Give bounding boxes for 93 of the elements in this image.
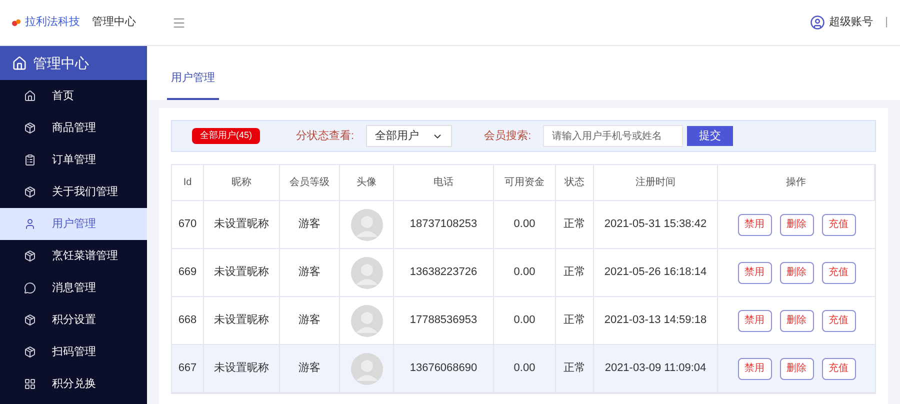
table-cell-text: 669: [178, 265, 197, 280]
table-cell-text: 18737108253: [410, 217, 478, 232]
submit-button[interactable]: 提交: [687, 126, 734, 146]
table-cell-text: 2021-05-26 16:18:14: [604, 265, 707, 280]
table-cell-text: 2021-03-09 11:09:04: [604, 361, 706, 376]
account-name[interactable]: 超级账号: [829, 14, 874, 31]
action-button[interactable]: 充值: [822, 262, 856, 284]
table-row[interactable]: 670 未设置昵称 游客 18737108253 0.00 正常 2021-05-31 15:38:42 禁用 删除 充值: [172, 201, 875, 249]
table-row[interactable]: 667 未设置昵称 游客 13676068690 0.00 正常 2021-03-09 11:09:04 禁用 删除 充值: [172, 345, 875, 393]
avatar-icon: [810, 15, 826, 30]
action-button[interactable]: 删除: [780, 310, 814, 332]
table-cell-text: 17788536953: [410, 313, 478, 328]
table-cell-text: 游客: [298, 312, 320, 328]
action-button[interactable]: 禁用: [738, 214, 772, 236]
sidebar-item[interactable]: 关于我们管理: [0, 176, 147, 208]
table-cell-text: 667: [178, 361, 197, 376]
action-button[interactable]: 删除: [780, 214, 814, 236]
action-button[interactable]: 禁用: [738, 262, 772, 284]
avatar-placeholder: [350, 256, 382, 288]
table-row[interactable]: 668 未设置昵称 游客 17788536953 0.00 正常 2021-03-13 14:59:18 禁用 删除 充值: [172, 297, 875, 345]
column-header: Id: [172, 165, 204, 200]
menu-icon[interactable]: [172, 16, 186, 30]
sidebar-title: 管理中心: [33, 54, 89, 72]
table-cell-text: 0.00: [514, 313, 536, 328]
sidebar-item[interactable]: 积分设置: [0, 304, 147, 336]
column-header: 头像: [340, 165, 394, 200]
action-button[interactable]: 禁用: [738, 310, 772, 332]
table-cell-text: 游客: [298, 264, 320, 280]
table-cell-text: 0.00: [514, 217, 536, 232]
count-badge[interactable]: 全部用户(45): [192, 128, 260, 144]
sidebar-item[interactable]: 烹饪菜谱管理: [0, 240, 147, 272]
chat-bubble-icon: [24, 282, 36, 294]
sidebar-item[interactable]: 积分兑换: [0, 368, 147, 400]
column-header: 操作: [718, 165, 875, 200]
sidebar-item[interactable]: 扫码管理: [0, 336, 147, 368]
sidebar-item[interactable]: 订单管理: [0, 144, 147, 176]
action-button[interactable]: 禁用: [738, 358, 772, 380]
table-cell-text: 正常: [564, 217, 586, 232]
table-cell-text: 2021-05-31 15:38:42: [604, 217, 707, 232]
table-cell-text: 游客: [298, 216, 320, 232]
box-icon: [24, 186, 36, 198]
column-header: 注册时间: [594, 165, 718, 200]
sidebar-item[interactable]: 消息管理: [0, 272, 147, 304]
box-icon: [24, 346, 36, 358]
column-header: 电话: [394, 165, 494, 200]
column-header: 昵称: [204, 165, 280, 200]
table-cell-text: 13676068690: [410, 361, 478, 376]
sidebar-item[interactable]: 商品管理: [0, 112, 147, 144]
status-dropdown[interactable]: 全部用户: [366, 125, 452, 147]
table-cell-text: 正常: [564, 361, 586, 376]
column-header: 会员等级: [280, 165, 340, 200]
box-icon: [24, 122, 36, 134]
avatar-placeholder: [350, 352, 382, 384]
app-title: 管理中心: [92, 14, 136, 30]
table-cell-text: 670: [178, 217, 197, 232]
table-cell-text: 0.00: [514, 265, 536, 280]
box-icon: [24, 314, 36, 326]
grid-icon: [24, 378, 36, 390]
table-cell-text: 正常: [564, 313, 586, 328]
clipboard-icon: [24, 154, 36, 166]
table-cell-text: 0.00: [514, 361, 536, 376]
home-icon: [24, 90, 36, 102]
table-cell-text: 未设置昵称: [214, 265, 269, 280]
action-button[interactable]: 删除: [780, 358, 814, 380]
table-cell-text: 13638223726: [410, 265, 478, 280]
tab[interactable]: 用户管理: [167, 58, 219, 100]
table-cell-text: 未设置昵称: [214, 361, 269, 376]
user-icon: [24, 218, 36, 230]
column-header: 可用资金: [494, 165, 556, 200]
avatar-placeholder: [350, 304, 382, 336]
box-icon: [24, 250, 36, 262]
sidebar-item[interactable]: 首页: [0, 80, 147, 112]
table-cell-text: 668: [178, 313, 197, 328]
table-row[interactable]: 669 未设置昵称 游客 13638223726 0.00 正常 2021-05-26 16:18:14 禁用 删除 充值: [172, 249, 875, 297]
action-button[interactable]: 充值: [822, 310, 856, 332]
table-cell-text: 未设置昵称: [214, 313, 269, 328]
action-button[interactable]: 删除: [780, 262, 814, 284]
table-cell-text: 未设置昵称: [214, 217, 269, 232]
search-field[interactable]: 请输入用户手机号或姓名: [543, 125, 684, 147]
logo-icon: [12, 18, 21, 27]
table-cell-text: 正常: [564, 265, 586, 280]
brand-name: 拉利法科技: [25, 15, 80, 30]
sidebar-item[interactable]: 用户管理: [0, 208, 147, 240]
action-button[interactable]: 充值: [822, 358, 856, 380]
table-cell-text: 2021-03-13 14:59:18: [604, 313, 707, 328]
avatar-placeholder: [350, 208, 382, 240]
table-cell-text: 游客: [298, 360, 320, 376]
home-icon: [12, 56, 27, 70]
separator: |: [885, 15, 888, 30]
action-button[interactable]: 充值: [822, 214, 856, 236]
column-header: 状态: [556, 165, 594, 200]
status-label: 分状态查看:: [296, 128, 354, 144]
search-label: 会员搜索:: [484, 128, 532, 144]
